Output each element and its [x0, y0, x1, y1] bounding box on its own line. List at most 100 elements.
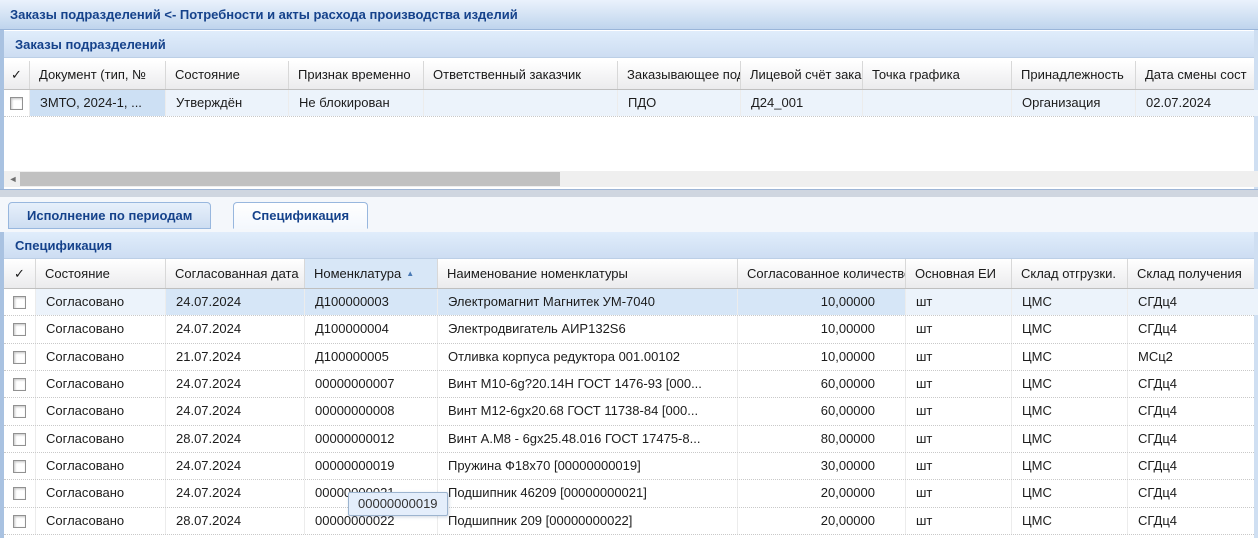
spec-cell-state[interactable]: Согласовано: [36, 371, 166, 397]
spec-table-row[interactable]: Согласовано 28.07.2024 00000000022 Подши…: [4, 508, 1254, 535]
spec-cell-nomenclature[interactable]: 00000000019: [305, 453, 438, 479]
spec-cell-qty[interactable]: 80,00000: [738, 426, 906, 452]
spec-cell-agreed-date[interactable]: 24.07.2024: [166, 316, 305, 343]
spec-cell-qty[interactable]: 60,00000: [738, 371, 906, 397]
orders-cell-belonging[interactable]: Организация: [1012, 90, 1136, 116]
spec-cell-agreed-date[interactable]: 24.07.2024: [166, 371, 305, 397]
orders-cell-account[interactable]: Д24_001: [741, 90, 863, 116]
row-checkbox[interactable]: [10, 97, 23, 110]
spec-cell-warehouse-to[interactable]: МСц2: [1128, 344, 1258, 370]
orders-col-department[interactable]: Заказывающее под: [618, 61, 741, 89]
spec-cell-nomenclature[interactable]: 00000000012: [305, 426, 438, 452]
spec-table-row[interactable]: Согласовано 24.07.2024 Д100000003 Электр…: [4, 289, 1254, 316]
spec-cell-unit[interactable]: шт: [906, 289, 1012, 315]
spec-row-checkbox-cell[interactable]: [4, 508, 36, 534]
spec-cell-warehouse-to[interactable]: СГДц4: [1128, 480, 1258, 507]
spec-cell-warehouse-from[interactable]: ЦМС: [1012, 344, 1128, 370]
orders-table-row[interactable]: ЗМТО, 2024-1, ... Утверждён Не блокирова…: [4, 90, 1254, 117]
spec-cell-warehouse-to[interactable]: СГДц4: [1128, 508, 1258, 534]
spec-cell-name[interactable]: Электромагнит Магнитек УМ-7040: [438, 289, 738, 315]
spec-cell-nomenclature[interactable]: Д100000004: [305, 316, 438, 343]
spec-cell-qty[interactable]: 20,00000: [738, 480, 906, 507]
spec-col-warehouse-to[interactable]: Склад получения: [1128, 259, 1258, 288]
scrollbar-thumb[interactable]: [20, 172, 560, 186]
orders-select-all-header[interactable]: ✓: [4, 61, 30, 89]
spec-cell-qty[interactable]: 20,00000: [738, 508, 906, 534]
orders-col-schedule-point[interactable]: Точка графика: [863, 61, 1012, 89]
spec-row-checkbox-cell[interactable]: [4, 426, 36, 452]
spec-table-row[interactable]: Согласовано 21.07.2024 Д100000005 Отливк…: [4, 344, 1254, 371]
spec-cell-warehouse-to[interactable]: СГДц4: [1128, 398, 1258, 425]
spec-cell-agreed-date[interactable]: 28.07.2024: [166, 508, 305, 534]
spec-cell-qty[interactable]: 60,00000: [738, 398, 906, 425]
orders-col-document[interactable]: Документ (тип, №: [30, 61, 166, 89]
spec-row-checkbox-cell[interactable]: [4, 398, 36, 425]
spec-cell-nomenclature[interactable]: Д100000003: [305, 289, 438, 315]
scroll-left-icon[interactable]: ◄: [6, 172, 20, 186]
spec-cell-unit[interactable]: шт: [906, 508, 1012, 534]
spec-cell-warehouse-from[interactable]: ЦМС: [1012, 371, 1128, 397]
row-checkbox[interactable]: [13, 378, 26, 391]
orders-col-responsible[interactable]: Ответственный заказчик: [424, 61, 618, 89]
orders-cell-state-date[interactable]: 02.07.2024: [1136, 90, 1258, 116]
spec-cell-warehouse-to[interactable]: СГДц4: [1128, 371, 1258, 397]
spec-table-row[interactable]: Согласовано 24.07.2024 Д100000004 Электр…: [4, 316, 1254, 344]
row-checkbox[interactable]: [13, 460, 26, 473]
spec-table-row[interactable]: Согласовано 24.07.2024 00000000019 Пружи…: [4, 453, 1254, 480]
spec-cell-qty[interactable]: 10,00000: [738, 344, 906, 370]
row-checkbox[interactable]: [13, 433, 26, 446]
spec-col-base-unit[interactable]: Основная ЕИ: [906, 259, 1012, 288]
orders-row-checkbox-cell[interactable]: [4, 90, 30, 116]
orders-cell-block[interactable]: Не блокирован: [289, 90, 424, 116]
spec-table-row[interactable]: Согласовано 24.07.2024 00000000007 Винт …: [4, 371, 1254, 398]
spec-cell-state[interactable]: Согласовано: [36, 508, 166, 534]
panel-splitter[interactable]: [0, 189, 1258, 197]
spec-row-checkbox-cell[interactable]: [4, 344, 36, 370]
orders-cell-responsible[interactable]: [424, 90, 618, 116]
spec-col-state[interactable]: Состояние: [36, 259, 166, 288]
spec-cell-state[interactable]: Согласовано: [36, 398, 166, 425]
orders-col-state-date[interactable]: Дата смены сост: [1136, 61, 1258, 89]
spec-cell-state[interactable]: Согласовано: [36, 426, 166, 452]
spec-cell-nomenclature[interactable]: Д100000005: [305, 344, 438, 370]
spec-cell-warehouse-from[interactable]: ЦМС: [1012, 426, 1128, 452]
spec-cell-agreed-date[interactable]: 24.07.2024: [166, 289, 305, 315]
spec-cell-warehouse-from[interactable]: ЦМС: [1012, 289, 1128, 315]
spec-cell-state[interactable]: Согласовано: [36, 316, 166, 343]
spec-select-all-header[interactable]: ✓: [4, 259, 36, 288]
spec-col-agreed-date[interactable]: Согласованная дата: [166, 259, 305, 288]
spec-col-warehouse-from[interactable]: Склад отгрузки.: [1012, 259, 1128, 288]
spec-cell-agreed-date[interactable]: 28.07.2024: [166, 426, 305, 452]
spec-table-row[interactable]: Согласовано 24.07.2024 00000000008 Винт …: [4, 398, 1254, 426]
orders-cell-department[interactable]: ПДО: [618, 90, 741, 116]
spec-col-name[interactable]: Наименование номенклатуры: [438, 259, 738, 288]
spec-cell-qty[interactable]: 30,00000: [738, 453, 906, 479]
spec-cell-state[interactable]: Согласовано: [36, 453, 166, 479]
spec-table-row[interactable]: Согласовано 28.07.2024 00000000012 Винт …: [4, 426, 1254, 453]
orders-col-belonging[interactable]: Принадлежность: [1012, 61, 1136, 89]
spec-cell-name[interactable]: Отливка корпуса редуктора 001.00102: [438, 344, 738, 370]
spec-table-row[interactable]: Согласовано 24.07.2024 00000000021 Подши…: [4, 480, 1254, 508]
spec-cell-state[interactable]: Согласовано: [36, 289, 166, 315]
orders-horizontal-scrollbar[interactable]: ◄: [4, 171, 1258, 187]
spec-cell-name[interactable]: Пружина Ф18х70 [00000000019]: [438, 453, 738, 479]
row-checkbox[interactable]: [13, 405, 26, 418]
tab-specification[interactable]: Спецификация: [233, 202, 368, 229]
orders-col-account[interactable]: Лицевой счёт зака: [741, 61, 863, 89]
spec-cell-unit[interactable]: шт: [906, 316, 1012, 343]
row-checkbox[interactable]: [13, 487, 26, 500]
spec-cell-name[interactable]: Подшипник 209 [00000000022]: [438, 508, 738, 534]
row-checkbox[interactable]: [13, 515, 26, 528]
spec-cell-unit[interactable]: шт: [906, 371, 1012, 397]
row-checkbox[interactable]: [13, 296, 26, 309]
spec-cell-name[interactable]: Подшипник 46209 [00000000021]: [438, 480, 738, 507]
spec-cell-warehouse-from[interactable]: ЦМС: [1012, 398, 1128, 425]
spec-cell-name[interactable]: Электродвигатель АИР132S6: [438, 316, 738, 343]
row-checkbox[interactable]: [13, 323, 26, 336]
row-checkbox[interactable]: [13, 351, 26, 364]
orders-col-state[interactable]: Состояние: [166, 61, 289, 89]
orders-col-block[interactable]: Признак временно: [289, 61, 424, 89]
spec-cell-nomenclature[interactable]: 00000000007: [305, 371, 438, 397]
spec-cell-unit[interactable]: шт: [906, 480, 1012, 507]
spec-cell-unit[interactable]: шт: [906, 398, 1012, 425]
